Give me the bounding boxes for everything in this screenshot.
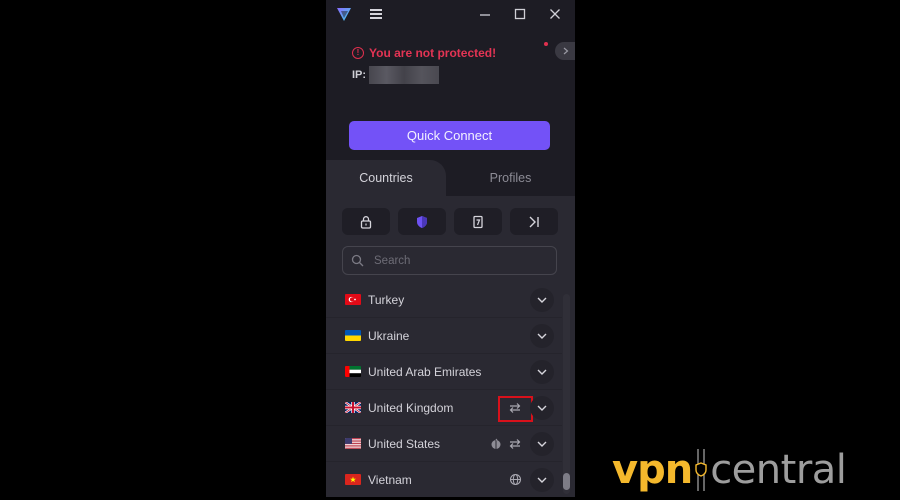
feature-filters [342, 208, 558, 235]
country-row-united-kingdom[interactable]: United Kingdom [326, 390, 562, 426]
flag-uae-icon [345, 366, 361, 377]
ip-row: IP: [352, 66, 440, 84]
flag-vietnam-icon [345, 474, 361, 485]
chevron-down-icon [537, 405, 547, 411]
tor-icon [488, 436, 504, 452]
country-row-turkey[interactable]: Turkey [326, 282, 562, 318]
filter-secure-core[interactable] [342, 208, 390, 235]
expand-map-button[interactable] [555, 42, 575, 60]
country-row-uae[interactable]: United Arab Emirates [326, 354, 562, 390]
country-name: Vietnam [368, 472, 412, 487]
shield-logo-icon [695, 449, 707, 491]
countries-panel: Turkey Ukraine United Arab Emirates Unit… [326, 196, 575, 497]
list-scrollbar[interactable] [563, 294, 570, 494]
shield-icon [417, 215, 427, 228]
filter-netshield[interactable] [398, 208, 446, 235]
chevron-down-icon [537, 477, 547, 483]
vpncentral-watermark: vpn central [612, 447, 847, 493]
notification-dot [544, 42, 548, 46]
app-logo-icon [337, 8, 351, 21]
tab-profiles[interactable]: Profiles [446, 160, 575, 196]
country-row-united-states[interactable]: United States [326, 426, 562, 462]
flag-uk-icon [345, 402, 361, 413]
expand-button[interactable] [530, 323, 554, 348]
expand-button[interactable] [530, 359, 554, 384]
country-name: United States [368, 436, 441, 451]
filter-secure-core-chain[interactable] [510, 208, 558, 235]
flag-ukraine-icon [345, 330, 361, 341]
search-field[interactable] [342, 246, 557, 275]
vpn-app-window: ! You are not protected! IP: Quick Conne… [326, 0, 575, 497]
flag-turkey-icon [345, 294, 361, 305]
country-name: Ukraine [368, 328, 410, 343]
highlight-box [498, 396, 533, 422]
country-name: Turkey [368, 292, 405, 307]
quick-connect-button[interactable]: Quick Connect [349, 121, 550, 150]
filter-streaming[interactable] [454, 208, 502, 235]
expand-button[interactable] [530, 395, 554, 420]
close-icon [550, 9, 560, 19]
expand-button[interactable] [530, 467, 554, 492]
country-name: United Arab Emirates [368, 364, 482, 379]
ip-value-blurred [369, 66, 440, 84]
title-bar [326, 0, 575, 28]
warning-icon: ! [352, 47, 364, 59]
lock-icon [360, 215, 372, 229]
expand-button[interactable] [530, 431, 554, 456]
country-name: United Kingdom [368, 400, 454, 415]
country-row-vietnam[interactable]: Vietnam [326, 462, 562, 497]
minimize-icon [480, 14, 490, 16]
ip-label: IP: [352, 69, 367, 81]
expand-button[interactable] [530, 287, 554, 312]
connection-status: ! You are not protected! [352, 46, 496, 60]
tor-card-icon [473, 215, 483, 228]
chevron-right-icon [563, 47, 569, 55]
p2p-icon [507, 436, 523, 452]
country-row-ukraine[interactable]: Ukraine [326, 318, 562, 354]
maximize-icon [514, 8, 526, 20]
flag-us-icon [345, 438, 361, 449]
scrollbar-thumb[interactable] [563, 473, 570, 490]
maximize-button[interactable] [509, 4, 531, 24]
watermark-central-text: central [710, 447, 847, 493]
hamburger-menu-icon[interactable] [370, 7, 384, 21]
globe-icon [507, 472, 523, 488]
chevron-down-icon [537, 441, 547, 447]
watermark-vpn-text: vpn [612, 447, 693, 493]
tab-countries[interactable]: Countries [326, 160, 446, 196]
minimize-button[interactable] [474, 4, 496, 24]
secure-core-icon [529, 216, 539, 227]
chevron-down-icon [537, 369, 547, 375]
close-button[interactable] [544, 4, 566, 24]
country-list: Turkey Ukraine United Arab Emirates Unit… [326, 282, 562, 497]
search-icon [351, 254, 364, 267]
search-input[interactable] [374, 254, 544, 267]
tab-bar: Countries Profiles [326, 160, 575, 196]
status-message: You are not protected! [369, 46, 497, 60]
chevron-down-icon [537, 333, 547, 339]
chevron-down-icon [537, 297, 547, 303]
